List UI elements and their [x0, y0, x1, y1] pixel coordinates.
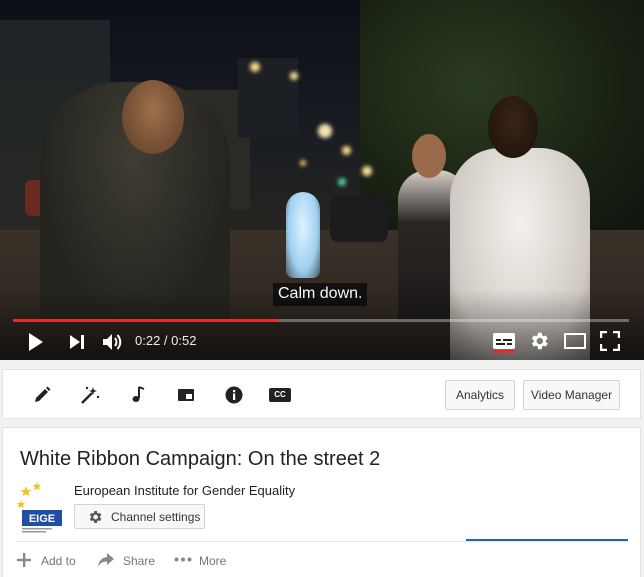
time-display: 0:22 / 0:52	[135, 333, 197, 348]
subtitles-icon[interactable]	[493, 333, 515, 349]
svg-text:EIGE: EIGE	[29, 513, 55, 525]
subtitles-active-indicator	[493, 350, 515, 353]
channel-logo[interactable]: EIGE	[16, 480, 68, 534]
end-screen-icon[interactable]	[175, 384, 197, 406]
music-note-icon[interactable]	[127, 384, 149, 406]
share-label: Share	[123, 554, 156, 568]
next-icon[interactable]	[68, 333, 86, 351]
more-dots-icon	[174, 557, 192, 562]
more-label: More	[199, 554, 227, 568]
gear-icon	[89, 511, 102, 523]
closed-captions-icon[interactable]: CC	[269, 388, 291, 402]
magic-wand-icon[interactable]	[79, 384, 101, 406]
gear-icon[interactable]	[528, 330, 550, 352]
channel-name[interactable]: European Institute for Gender Equality	[74, 483, 295, 498]
play-icon[interactable]	[27, 332, 45, 352]
divider-accent	[466, 539, 628, 541]
add-to-button[interactable]: Add to	[16, 550, 78, 570]
volume-icon[interactable]	[101, 331, 125, 353]
share-icon	[98, 553, 114, 567]
video-manager-button[interactable]: Video Manager	[523, 380, 620, 410]
analytics-button[interactable]: Analytics	[445, 380, 515, 410]
pencil-icon[interactable]	[31, 384, 53, 406]
theater-mode-icon[interactable]	[564, 333, 586, 349]
video-title: White Ribbon Campaign: On the street 2	[20, 448, 381, 470]
progress-bar-played	[13, 319, 278, 322]
video-info-card: White Ribbon Campaign: On the street 2 E…	[2, 427, 641, 577]
channel-settings-label: Channel settings	[111, 510, 201, 524]
progress-bar[interactable]	[13, 319, 629, 322]
channel-settings-button[interactable]: Channel settings	[74, 504, 205, 529]
video-editor-toolbar: CC Analytics Video Manager	[2, 369, 641, 419]
share-button[interactable]: Share	[97, 550, 157, 570]
fullscreen-icon[interactable]	[600, 331, 620, 351]
more-button[interactable]: More	[174, 550, 234, 570]
plus-icon	[17, 553, 31, 567]
info-icon[interactable]	[223, 384, 245, 406]
video-player[interactable]: Calm down. 0:22 / 0:52	[0, 0, 644, 360]
add-to-label: Add to	[41, 554, 76, 568]
divider	[16, 541, 628, 542]
